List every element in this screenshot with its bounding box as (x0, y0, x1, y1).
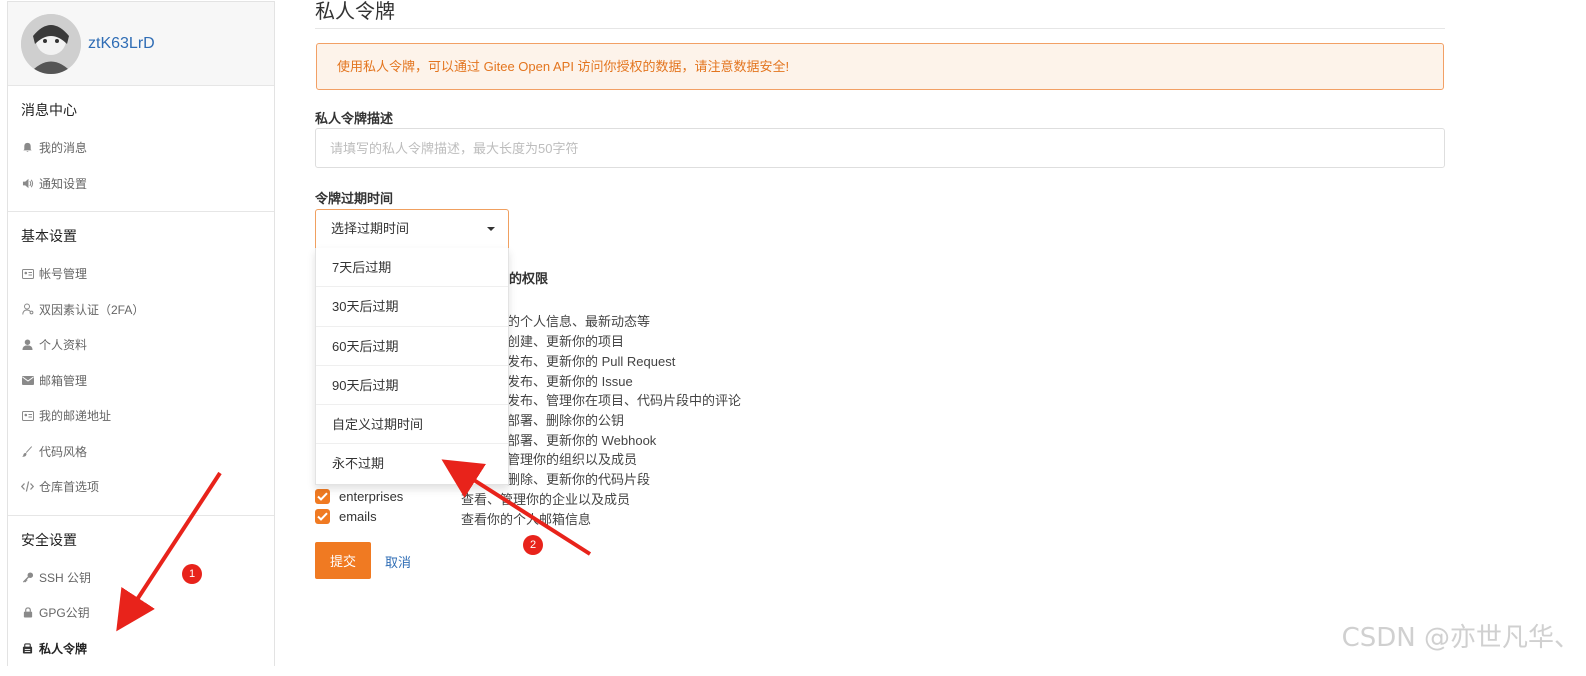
permission-name: emails (339, 509, 377, 524)
watermark: CSDN @亦世凡华、 (1342, 617, 1580, 654)
expire-label: 令牌过期时间 (315, 188, 393, 207)
token-icon (21, 642, 34, 655)
brush-icon (21, 445, 34, 458)
sidebar-item-label: 帐号管理 (39, 265, 87, 282)
description-label: 私人令牌描述 (315, 108, 393, 127)
user-key-icon (21, 303, 34, 316)
token-description-input[interactable] (315, 128, 1445, 168)
sidebar-item-private-tokens[interactable]: 私人令牌 (8, 631, 274, 667)
cancel-link[interactable]: 取消 (385, 552, 411, 571)
sidebar-item-label: 个人资料 (39, 336, 87, 353)
option-60-days[interactable]: 60天后过期 (316, 327, 508, 366)
permission-desc: 查看、管理你的企业以及成员 (461, 489, 630, 508)
option-30-days[interactable]: 30天后过期 (316, 287, 508, 326)
annotation-badge-1: 1 (182, 564, 202, 584)
bell-icon (21, 141, 34, 154)
permission-row-emails: emails 查看你的个人邮箱信息 (315, 508, 915, 528)
permission-desc: 部署、更新你的 Webhook (507, 430, 656, 449)
permission-checkbox[interactable] (315, 509, 330, 524)
sidebar-item-label: SSH 公钥 (39, 569, 91, 586)
lock-icon (21, 606, 34, 619)
option-90-days[interactable]: 90天后过期 (316, 366, 508, 405)
sidebar-item-my-messages[interactable]: 我的消息 (8, 130, 274, 166)
sidebar-item-label: GPG公钥 (39, 604, 90, 621)
settings-sidebar: ztK63LrD 消息中心 我的消息 通知设置 基本设置 帐号管理 (7, 1, 275, 666)
key-icon (21, 571, 34, 584)
permission-desc: 发布、更新你的 Pull Request (507, 351, 675, 370)
user-icon (21, 338, 34, 351)
envelope-icon (21, 374, 34, 387)
permission-desc: 查看你的个人邮箱信息 (461, 509, 591, 528)
sidebar-item-label: 邮箱管理 (39, 372, 87, 389)
sidebar-item-ssh-keys[interactable]: SSH 公钥 (8, 560, 274, 596)
section-title: 基本设置 (8, 218, 274, 256)
section-title: 消息中心 (8, 92, 274, 130)
sidebar-item-2fa[interactable]: 双因素认证（2FA） (8, 292, 274, 328)
username[interactable]: ztK63LrD (88, 35, 155, 53)
sidebar-item-label: 我的消息 (39, 139, 87, 156)
permission-desc: 发布、更新你的 Issue (507, 371, 633, 390)
sidebar-item-email[interactable]: 邮箱管理 (8, 363, 274, 399)
permission-row-enterprises: enterprises 查看、管理你的企业以及成员 (315, 488, 915, 508)
permission-name: enterprises (339, 489, 403, 504)
sidebar-item-repo-preferences[interactable]: 仓库首选项 (8, 469, 274, 505)
expire-select-value: 选择过期时间 (331, 221, 409, 236)
address-card-icon (21, 409, 34, 422)
sidebar-section-messages: 消息中心 我的消息 通知设置 (8, 86, 274, 212)
sidebar-item-account[interactable]: 帐号管理 (8, 256, 274, 292)
sidebar-item-label: 仓库首选项 (39, 478, 99, 495)
id-card-icon (21, 267, 34, 280)
warning-alert: 使用私人令牌，可以通过 Gitee Open API 访问你授权的数据，请注意数… (316, 43, 1444, 90)
permission-desc: 管理你的组织以及成员 (507, 449, 637, 468)
sidebar-item-notification-settings[interactable]: 通知设置 (8, 166, 274, 202)
permission-checkbox[interactable] (315, 489, 330, 504)
submit-button[interactable]: 提交 (315, 542, 371, 579)
checkmark-icon (317, 492, 328, 501)
option-7-days[interactable]: 7天后过期 (316, 248, 508, 287)
annotation-badge-2: 2 (523, 535, 543, 555)
permission-desc: 创建、更新你的项目 (507, 331, 624, 350)
volume-icon (21, 177, 34, 190)
permission-desc: 发布、管理你在项目、代码片段中的评论 (507, 390, 741, 409)
sidebar-item-label: 代码风格 (39, 443, 87, 460)
sidebar-item-address[interactable]: 我的邮递地址 (8, 398, 274, 434)
user-profile-box: ztK63LrD (8, 2, 274, 86)
avatar[interactable] (21, 14, 81, 74)
page-title: 私人令牌 (315, 0, 1445, 29)
permission-desc: 删除、更新你的代码片段 (507, 469, 650, 488)
sidebar-item-label: 我的邮递地址 (39, 407, 111, 424)
caret-down-icon (487, 227, 495, 231)
code-icon (21, 480, 34, 493)
sidebar-section-basic: 基本设置 帐号管理 双因素认证（2FA） 个人资料 邮箱管理 (8, 212, 274, 516)
expire-select[interactable]: 选择过期时间 (315, 209, 509, 249)
sidebar-section-security: 安全设置 SSH 公钥 GPG公钥 私人令牌 (8, 516, 274, 676)
sidebar-item-label: 双因素认证（2FA） (39, 301, 144, 318)
option-never-expire[interactable]: 永不过期 (316, 444, 508, 483)
section-title: 安全设置 (8, 522, 274, 560)
sidebar-item-profile[interactable]: 个人资料 (8, 327, 274, 363)
sidebar-item-label: 通知设置 (39, 175, 87, 192)
sidebar-item-label: 私人令牌 (39, 640, 87, 657)
sidebar-item-gpg-keys[interactable]: GPG公钥 (8, 595, 274, 631)
option-custom[interactable]: 自定义过期时间 (316, 405, 508, 444)
permission-desc: 的个人信息、最新动态等 (507, 311, 650, 330)
checkmark-icon (317, 512, 328, 521)
permission-desc: 部署、删除你的公钥 (507, 410, 624, 429)
expire-options-menu: 7天后过期 30天后过期 60天后过期 90天后过期 自定义过期时间 永不过期 (315, 248, 509, 485)
sidebar-item-code-style[interactable]: 代码风格 (8, 434, 274, 470)
